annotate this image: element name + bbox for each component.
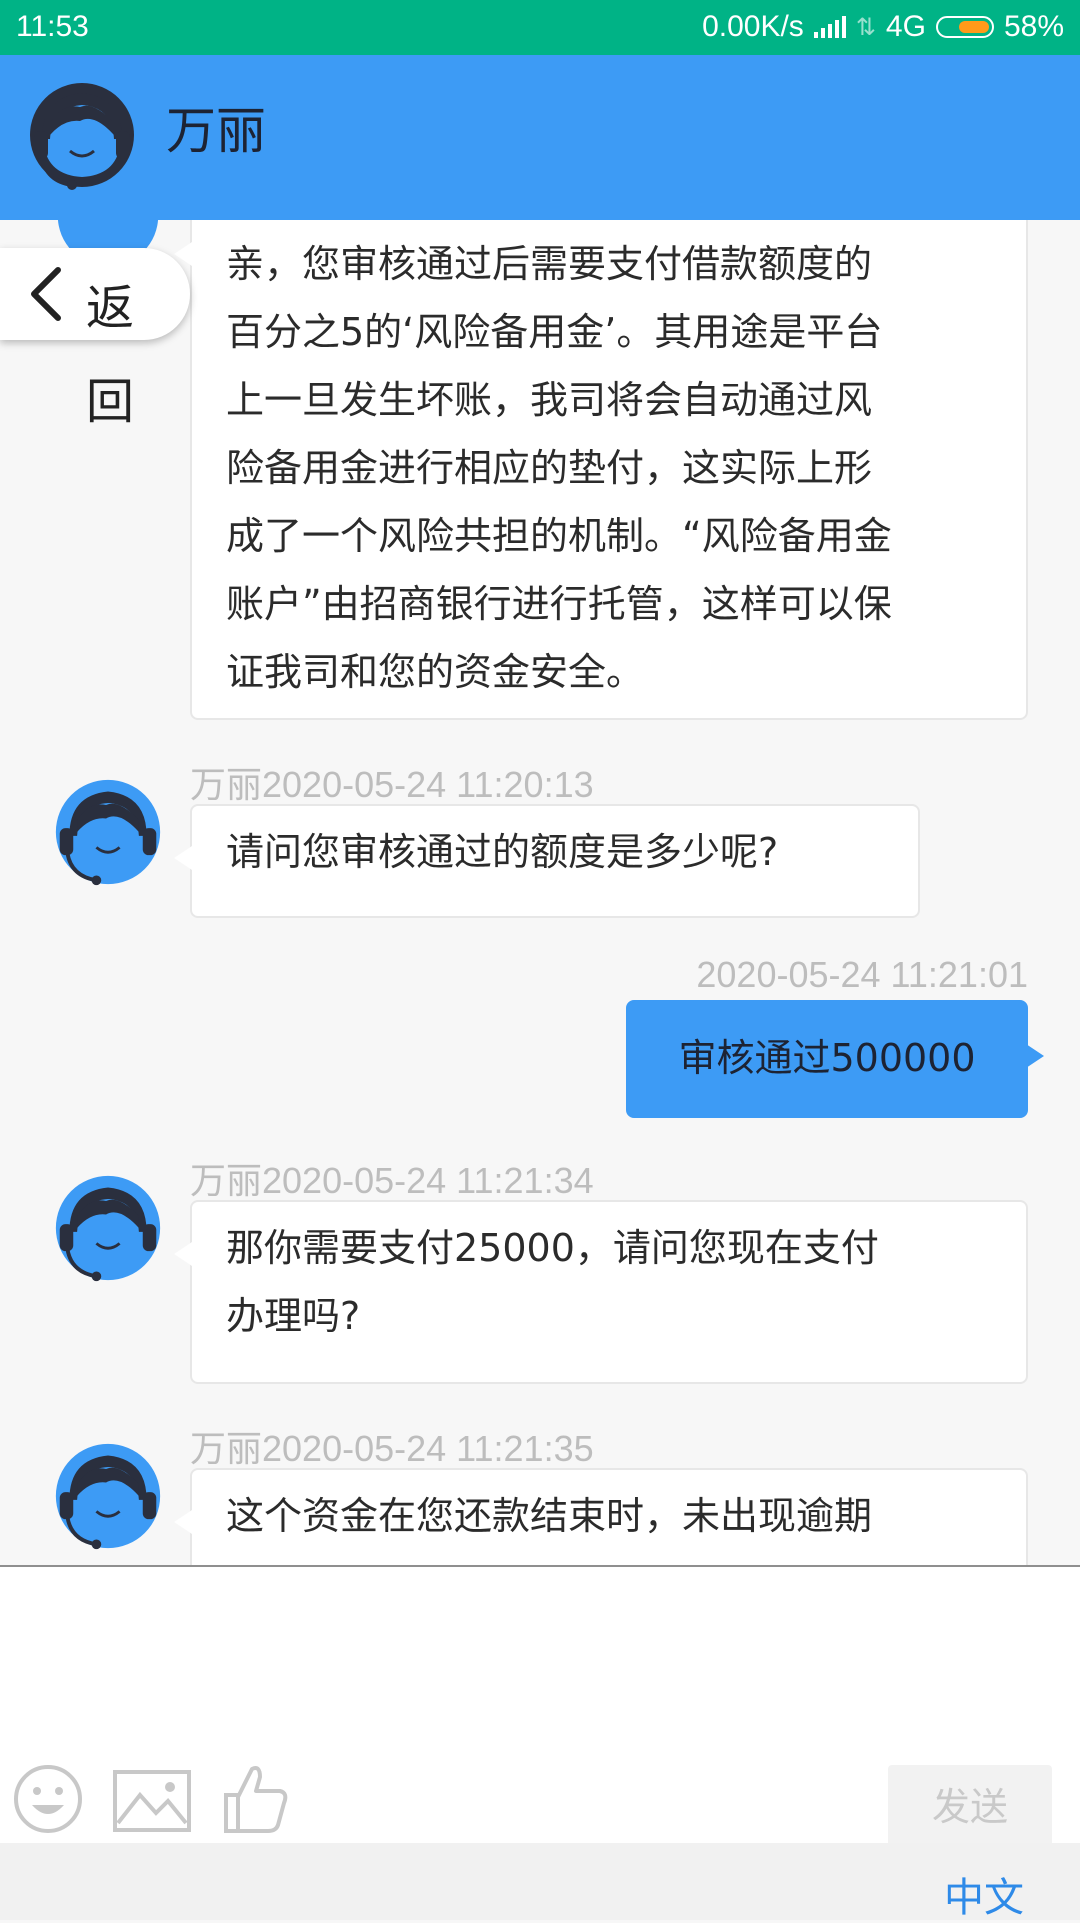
battery-icon bbox=[935, 16, 994, 38]
message-composer: 发送 bbox=[0, 1565, 1080, 1849]
status-time: 11:53 bbox=[16, 10, 89, 43]
back-label: 返 bbox=[86, 280, 135, 336]
message-bubble[interactable]: 亲，您审核通过后需要支付借款额度的 百分之5的‘风险备用金’。其用途是平台 上一… bbox=[174, 220, 1028, 720]
image-icon[interactable] bbox=[112, 1769, 192, 1833]
battery-percent: 58% bbox=[1003, 10, 1064, 43]
chat-header: 万丽 bbox=[0, 55, 1080, 220]
message-line: 账户”由招商银行进行托管，这样可以保 bbox=[226, 582, 892, 626]
chat-title: 万丽 bbox=[166, 102, 266, 160]
chevron-left-icon bbox=[31, 267, 61, 321]
message-meta: 万丽2020-05-24 11:21:35 bbox=[190, 1428, 594, 1469]
user-message-bubble[interactable]: 审核通过500000 bbox=[626, 1000, 1044, 1118]
message-line: 亲，您审核通过后需要支付借款额度的 bbox=[226, 242, 873, 286]
message-bubble[interactable]: 那你需要支付25000，请问您现在支付 办理吗? bbox=[174, 1200, 1028, 1384]
signal-strength-icon bbox=[813, 16, 846, 38]
agent-avatar-icon bbox=[55, 1175, 161, 1282]
chat-messages[interactable]: 亲，您审核通过后需要支付借款额度的 百分之5的‘风险备用金’。其用途是平台 上一… bbox=[0, 220, 1080, 1565]
customer-service-agent-icon bbox=[30, 83, 134, 190]
message-line: 那你需要支付25000，请问您现在支付 bbox=[226, 1226, 879, 1270]
message-line: 这个资金在您还款结束时，未出现逾期 bbox=[226, 1494, 873, 1538]
network-type: 4G bbox=[885, 10, 926, 43]
message-line: 审核通过500000 bbox=[678, 1036, 976, 1080]
message-line: 办理吗? bbox=[226, 1294, 361, 1338]
language-toggle[interactable]: 中文 bbox=[944, 1865, 1024, 1923]
message-line: 证我司和您的资金安全。 bbox=[226, 650, 645, 694]
status-bar: 11:53 0.00K/s ⇅ 4G 58% bbox=[0, 0, 1080, 55]
message-line: 请问您审核通过的额度是多少呢? bbox=[226, 830, 779, 874]
status-indicators: 0.00K/s ⇅ 4G 58% bbox=[702, 10, 1064, 44]
keyboard-bar: 中文 bbox=[0, 1843, 1080, 1923]
message-line: 上一旦发生坏账，我司将会自动通过风 bbox=[226, 378, 873, 422]
message-meta: 2020-05-24 11:21:01 bbox=[696, 954, 1028, 995]
network-speed: 0.00K/s bbox=[702, 10, 804, 43]
emoji-icon[interactable] bbox=[12, 1763, 84, 1835]
message-line: 百分之5的‘风险备用金’。其用途是平台 bbox=[226, 310, 883, 354]
thumbs-up-icon[interactable] bbox=[220, 1761, 292, 1837]
message-bubble[interactable]: 请问您审核通过的额度是多少呢? bbox=[174, 804, 920, 918]
send-button[interactable]: 发送 bbox=[888, 1765, 1052, 1849]
back-button[interactable]: 返 bbox=[0, 248, 190, 340]
message-input[interactable] bbox=[24, 1581, 1058, 1745]
message-line: 险备用金进行相应的垫付，这实际上形 bbox=[226, 446, 873, 490]
message-bubble[interactable]: 这个资金在您还款结束时，未出现逾期 bbox=[174, 1468, 1028, 1565]
message-meta: 万丽2020-05-24 11:20:13 bbox=[190, 764, 594, 805]
message-meta: 万丽2020-05-24 11:21:34 bbox=[190, 1160, 594, 1201]
agent-avatar-icon bbox=[55, 1443, 161, 1550]
agent-avatar-icon bbox=[55, 779, 161, 886]
back-label-continued[interactable]: 回 bbox=[86, 362, 134, 432]
message-line: 成了一个风险共担的机制。“风险备用金 bbox=[226, 514, 892, 558]
data-transfer-icon: ⇅ bbox=[855, 13, 876, 41]
